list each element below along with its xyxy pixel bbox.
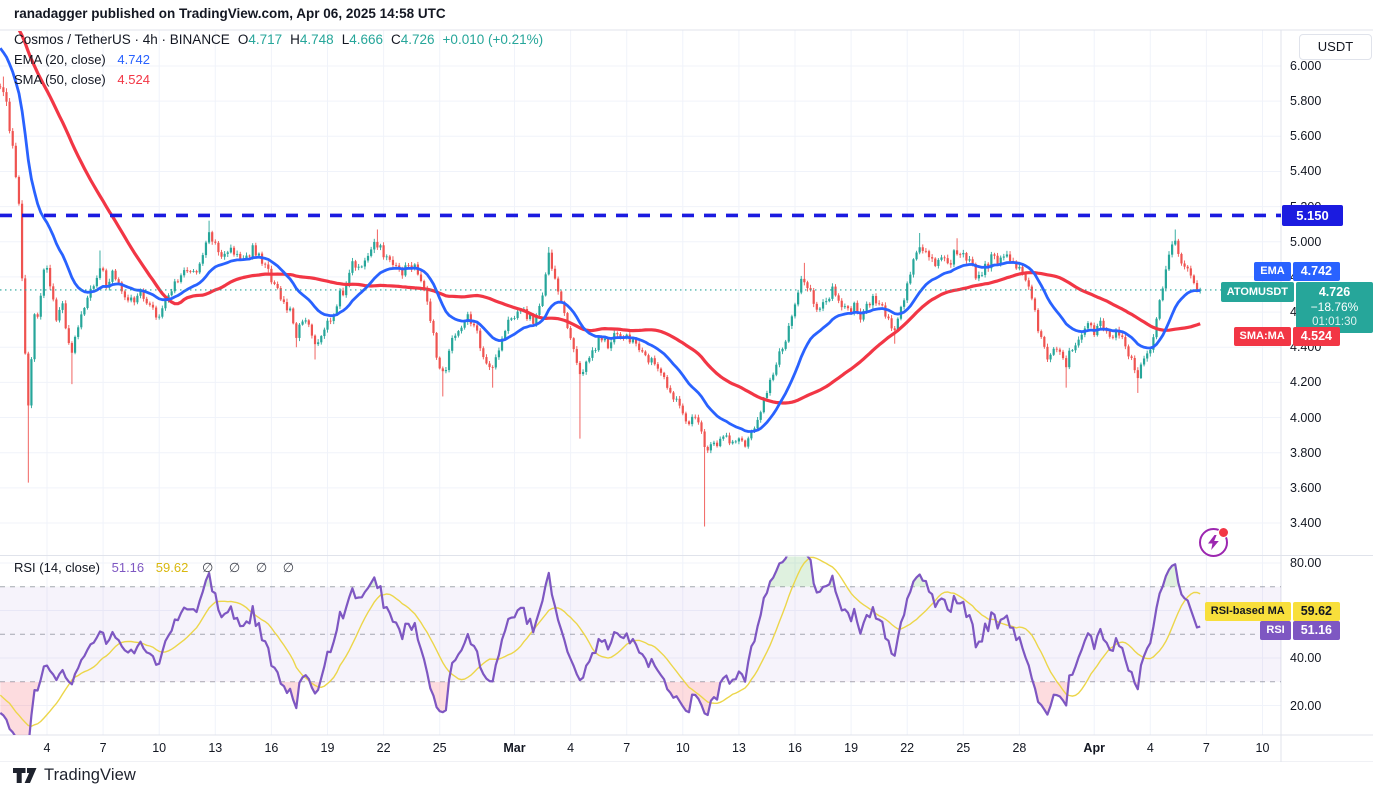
rsi-tick-label: 80.00 [1290, 555, 1321, 571]
symbol-badge-values: 4.726 −18.76% 01:01:30 [1296, 282, 1373, 333]
rsi-badge-value: 51.16 [1293, 621, 1340, 640]
sma-legend-label: SMA (50, close) [14, 72, 106, 87]
tradingview-mark-icon [13, 766, 38, 785]
time-tick-label: 10 [661, 741, 705, 755]
sma-axis-badge: SMA:MA 4.524 [1234, 327, 1341, 346]
ohlc-close-value: 4.726 [401, 32, 435, 47]
time-tick-label: 13 [193, 741, 237, 755]
sma-legend-value: 4.524 [117, 72, 150, 87]
time-tick-label: 4 [25, 741, 69, 755]
time-tick-label: 13 [717, 741, 761, 755]
price-tick-label: 3.600 [1290, 480, 1321, 496]
price-tick-label: 5.600 [1290, 128, 1321, 144]
time-tick-label: 16 [773, 741, 817, 755]
price-tick-label: 5.400 [1290, 163, 1321, 179]
ema-badge-tag: EMA [1254, 262, 1290, 281]
publication-marker[interactable] [1199, 528, 1228, 557]
sma-legend-row[interactable]: SMA (50, close) 4.524 [14, 71, 543, 88]
time-tick-label: 22 [362, 741, 406, 755]
time-tick-label: 19 [306, 741, 350, 755]
ema-legend-label: EMA (20, close) [14, 52, 106, 67]
sma-badge-tag: SMA:MA [1234, 327, 1291, 346]
ohlc-high-value: 4.748 [300, 32, 334, 47]
rsi-ma-badge-tag: RSI-based MA [1205, 602, 1291, 621]
time-tick-label: 10 [1241, 741, 1285, 755]
ema-axis-badge: EMA 4.742 [1254, 262, 1340, 281]
rsi-tick-label: 40.00 [1290, 650, 1321, 666]
time-tick-label: Apr [1072, 741, 1116, 755]
time-tick-label: 4 [549, 741, 593, 755]
symbol-title: Cosmos / TetherUS · 4h · BINANCE [14, 32, 230, 47]
tradingview-logo[interactable]: TradingView [13, 766, 136, 785]
time-tick-label: 10 [137, 741, 181, 755]
tradingview-published-chart: ranadagger published on TradingView.com,… [0, 0, 1373, 796]
symbol-badge-change: −18.76% [1296, 300, 1373, 315]
time-tick-label: 19 [829, 741, 873, 755]
rsi-badge-tag: RSI [1260, 621, 1290, 640]
price-tick-label: 6.000 [1290, 58, 1321, 74]
price-tick-label: 4.000 [1290, 410, 1321, 426]
rsi-tick-label: 20.00 [1290, 698, 1321, 714]
currency-button[interactable]: USDT [1299, 34, 1372, 60]
notification-dot [1218, 527, 1229, 538]
price-tick-label: 4.200 [1290, 374, 1321, 390]
time-tick-label: Mar [493, 741, 537, 755]
time-tick-label: 7 [1184, 741, 1228, 755]
time-tick-label: 7 [81, 741, 125, 755]
ema-legend-value: 4.742 [117, 52, 150, 67]
price-tick-label: 3.800 [1290, 445, 1321, 461]
ohlc-change: +0.010 (+0.21%) [443, 32, 544, 47]
symbol-legend: Cosmos / TetherUS · 4h · BINANCEO4.717H4… [14, 31, 543, 88]
ohlc-low-value: 4.666 [349, 32, 383, 47]
ema-badge-value: 4.742 [1293, 262, 1340, 281]
rsi-legend[interactable]: RSI (14, close) 51.16 59.62 ∅ ∅ ∅ ∅ [14, 560, 300, 576]
sma-badge-value: 4.524 [1293, 327, 1340, 346]
lightning-icon [1207, 535, 1220, 550]
rsi-legend-label: RSI (14, close) [14, 560, 100, 575]
ohlc-open-key: O [238, 32, 249, 47]
ohlc-high-key: H [290, 32, 300, 47]
price-tick-label: 5.000 [1290, 234, 1321, 250]
time-tick-label: 4 [1128, 741, 1172, 755]
symbol-badge-tag: ATOMUSDT [1221, 282, 1294, 302]
ohlc-open-value: 4.717 [248, 32, 282, 47]
ema-legend-row[interactable]: EMA (20, close) 4.742 [14, 51, 543, 68]
level-price-badge: 5.150 [1282, 205, 1343, 226]
rsi-ma-legend-value: 59.62 [156, 560, 189, 575]
tradingview-logo-text: TradingView [44, 766, 136, 785]
price-tick-label: 5.800 [1290, 93, 1321, 109]
time-tick-label: 28 [997, 741, 1041, 755]
rsi-ma-badge-value: 59.62 [1293, 602, 1340, 621]
time-tick-label: 16 [249, 741, 293, 755]
ohlc-close-key: C [391, 32, 401, 47]
symbol-badge-price: 4.726 [1296, 285, 1373, 300]
chart-canvas[interactable] [0, 0, 1373, 762]
rsi-axis-badge: RSI 51.16 [1260, 621, 1340, 640]
symbol-axis-badge: ATOMUSDT 4.726 −18.76% 01:01:30 [1221, 282, 1373, 333]
rsi-legend-value: 51.16 [112, 560, 145, 575]
rsi-legend-empty-markers: ∅ ∅ ∅ ∅ [202, 560, 300, 575]
symbol-legend-row[interactable]: Cosmos / TetherUS · 4h · BINANCEO4.717H4… [14, 31, 543, 48]
time-tick-label: 25 [941, 741, 985, 755]
ema-line [0, 48, 1200, 431]
time-tick-label: 22 [885, 741, 929, 755]
time-tick-label: 25 [418, 741, 462, 755]
time-tick-label: 7 [605, 741, 649, 755]
rsi-ma-axis-badge: RSI-based MA 59.62 [1205, 602, 1340, 621]
price-tick-label: 3.400 [1290, 515, 1321, 531]
